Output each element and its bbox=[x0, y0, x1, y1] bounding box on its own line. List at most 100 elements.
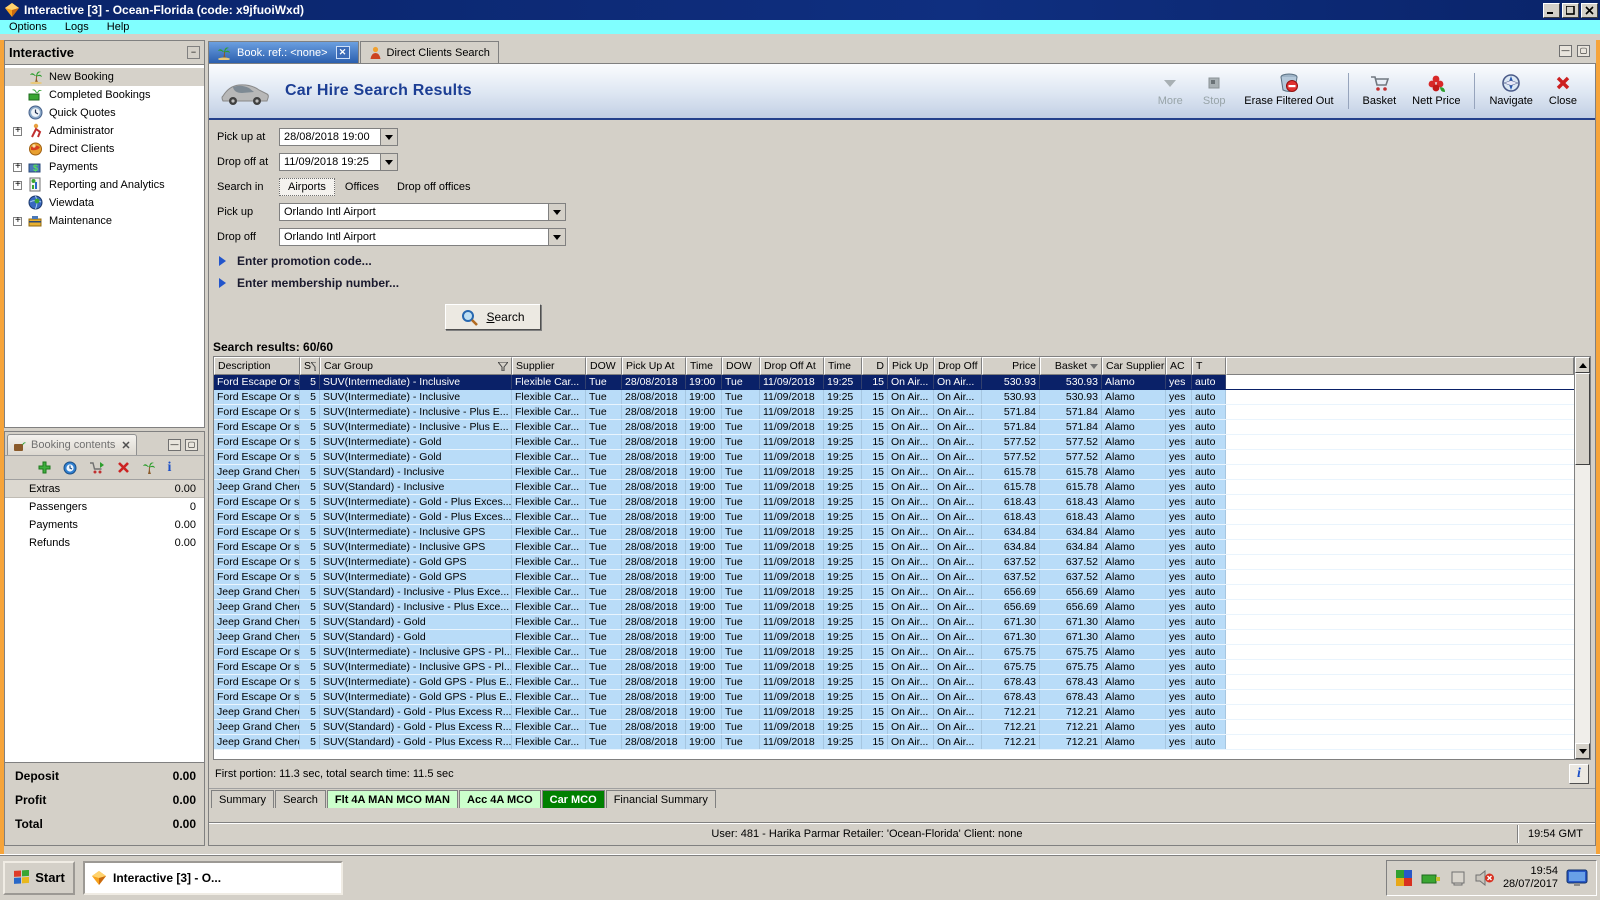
table-row[interactable]: Ford Escape Or simila...5SUV(Intermediat… bbox=[214, 390, 1574, 405]
booking-contents-tab[interactable]: Booking contents ✕ bbox=[7, 434, 137, 455]
close-panel-button[interactable]: Close bbox=[1541, 69, 1585, 113]
sidebar-item-maintenance[interactable]: Maintenance bbox=[5, 212, 204, 230]
table-row[interactable]: Ford Escape Or simila...5SUV(Intermediat… bbox=[214, 555, 1574, 570]
volume-muted-tray-icon[interactable] bbox=[1475, 869, 1495, 886]
network-tray-icon[interactable] bbox=[1421, 871, 1441, 885]
table-row[interactable]: Jeep Grand Cheroke...5SUV(Standard) - Go… bbox=[214, 630, 1574, 645]
table-row[interactable]: Ford Escape Or simila...5SUV(Intermediat… bbox=[214, 375, 1574, 390]
column-header-dow[interactable]: DOW bbox=[722, 357, 760, 375]
tab-booking-ref[interactable]: Book. ref.: <none> ✕ bbox=[208, 41, 359, 63]
membership-number-expander[interactable]: Enter membership number... bbox=[219, 276, 1587, 290]
start-button[interactable]: Start bbox=[3, 860, 75, 895]
pickup-combo[interactable]: Orlando Intl Airport bbox=[279, 203, 566, 221]
booking-contents-row[interactable]: Extras 0.00 bbox=[5, 480, 204, 498]
table-row[interactable]: Jeep Grand Cheroke...5SUV(Standard) - In… bbox=[214, 480, 1574, 495]
scroll-down-icon[interactable] bbox=[1575, 743, 1590, 759]
column-header-basket[interactable]: Basket bbox=[1040, 357, 1102, 375]
table-row[interactable]: Ford Escape Or simila...5SUV(Intermediat… bbox=[214, 525, 1574, 540]
dropoff-combo[interactable]: Orlando Intl Airport bbox=[279, 228, 566, 246]
search-in-airports[interactable]: Airports bbox=[279, 178, 335, 196]
column-header-pick-up-at[interactable]: Pick Up At bbox=[622, 357, 686, 375]
filter-funnel-icon[interactable] bbox=[498, 361, 508, 371]
sidebar-item-payments[interactable]: $ Payments bbox=[5, 158, 204, 176]
tab-acc-mco[interactable]: Acc 4A MCO bbox=[459, 790, 541, 808]
tab-flight-man-mco-man[interactable]: Flt 4A MAN MCO MAN bbox=[326, 790, 459, 808]
menu-options[interactable]: Options bbox=[0, 20, 56, 34]
add-item-icon[interactable] bbox=[38, 461, 51, 474]
sidebar-item-administrator[interactable]: Administrator bbox=[5, 122, 204, 140]
basket-button[interactable]: Basket bbox=[1355, 69, 1405, 113]
nett-price-button[interactable]: Nett Price bbox=[1404, 69, 1468, 113]
table-row[interactable]: Ford Escape Or simila...5SUV(Intermediat… bbox=[214, 510, 1574, 525]
promotion-code-expander[interactable]: Enter promotion code... bbox=[219, 254, 1587, 268]
booking-panel-maximize-icon[interactable]: ▢ bbox=[185, 439, 198, 451]
sidebar-item-new-booking[interactable]: New Booking bbox=[5, 68, 204, 86]
table-row[interactable]: Ford Escape Or simila...5SUV(Intermediat… bbox=[214, 420, 1574, 435]
availability-clock-icon[interactable] bbox=[63, 461, 77, 475]
column-header-drop-off[interactable]: Drop Off bbox=[934, 357, 982, 375]
erase-filtered-out-button[interactable]: Erase Filtered Out bbox=[1236, 69, 1341, 113]
expand-plus-icon[interactable] bbox=[13, 179, 22, 190]
tab-car-mco[interactable]: Car MCO bbox=[541, 790, 605, 808]
table-row[interactable]: Jeep Grand Cheroke...5SUV(Standard) - In… bbox=[214, 465, 1574, 480]
close-button[interactable] bbox=[1581, 2, 1598, 18]
navigate-button[interactable]: Navigate bbox=[1481, 69, 1540, 113]
column-header-description[interactable]: Description bbox=[214, 357, 300, 375]
column-header-pick-up[interactable]: Pick Up bbox=[888, 357, 934, 375]
table-row[interactable]: Ford Escape Or simila...5SUV(Intermediat… bbox=[214, 660, 1574, 675]
column-header-price[interactable]: Price bbox=[982, 357, 1040, 375]
search-button[interactable]: Search bbox=[445, 304, 541, 330]
table-row[interactable]: Ford Escape Or simila...5SUV(Intermediat… bbox=[214, 645, 1574, 660]
mdi-restore-icon[interactable]: ▢ bbox=[1577, 45, 1590, 57]
tab-summary[interactable]: Summary bbox=[211, 790, 275, 808]
info-icon[interactable]: i bbox=[168, 460, 172, 476]
pickup-at-dropdown-icon[interactable] bbox=[380, 129, 397, 145]
table-row[interactable]: Jeep Grand Cheroke...5SUV(Standard) - In… bbox=[214, 600, 1574, 615]
booking-contents-close-icon[interactable]: ✕ bbox=[121, 439, 130, 452]
booking-contents-row[interactable]: Payments 0.00 bbox=[5, 516, 204, 534]
display-tray-icon[interactable] bbox=[1566, 869, 1588, 887]
scrollbar-thumb[interactable] bbox=[1575, 373, 1590, 465]
basket-add-icon[interactable] bbox=[89, 461, 105, 474]
column-header-ac[interactable]: AC bbox=[1166, 357, 1192, 375]
column-header-time[interactable]: Time bbox=[824, 357, 862, 375]
booking-contents-row[interactable]: Refunds 0.00 bbox=[5, 534, 204, 552]
dropoff-at-combo[interactable]: 11/09/2018 19:25 bbox=[279, 153, 398, 171]
info-button[interactable]: i bbox=[1569, 764, 1589, 784]
search-in-offices[interactable]: Offices bbox=[337, 179, 387, 195]
column-header-t[interactable]: T bbox=[1192, 357, 1226, 375]
column-header-dow[interactable]: DOW bbox=[586, 357, 622, 375]
device-tray-icon[interactable] bbox=[1449, 870, 1467, 886]
tab-financial-summary[interactable]: Financial Summary bbox=[605, 790, 716, 808]
dropoff-dropdown-icon[interactable] bbox=[548, 229, 565, 245]
pickup-dropdown-icon[interactable] bbox=[548, 204, 565, 220]
sidebar-item-reporting-and-analytics[interactable]: Reporting and Analytics bbox=[5, 176, 204, 194]
taskbar-item-interactive[interactable]: Interactive [3] - O... bbox=[83, 860, 343, 895]
table-row[interactable]: Jeep Grand Cheroke...5SUV(Standard) - Go… bbox=[214, 705, 1574, 720]
table-row[interactable]: Ford Escape Or simila...5SUV(Intermediat… bbox=[214, 675, 1574, 690]
palm-booking-icon[interactable] bbox=[142, 461, 156, 475]
booking-panel-minimize-icon[interactable]: — bbox=[168, 439, 181, 451]
column-header-drop-off-at[interactable]: Drop Off At bbox=[760, 357, 824, 375]
column-header-s[interactable]: S bbox=[300, 357, 320, 375]
table-row[interactable]: Jeep Grand Cheroke...5SUV(Standard) - Go… bbox=[214, 735, 1574, 750]
table-row[interactable]: Jeep Grand Cheroke...5SUV(Standard) - In… bbox=[214, 585, 1574, 600]
table-row[interactable]: Jeep Grand Cheroke...5SUV(Standard) - Go… bbox=[214, 615, 1574, 630]
mdi-minimize-icon[interactable]: — bbox=[1559, 45, 1572, 57]
column-header-d[interactable]: D bbox=[862, 357, 888, 375]
dropoff-at-dropdown-icon[interactable] bbox=[380, 154, 397, 170]
menu-logs[interactable]: Logs bbox=[56, 20, 98, 34]
column-header-time[interactable]: Time bbox=[686, 357, 722, 375]
table-row[interactable]: Ford Escape Or simila...5SUV(Intermediat… bbox=[214, 450, 1574, 465]
sidebar-item-direct-clients[interactable]: Direct Clients bbox=[5, 140, 204, 158]
pickup-at-combo[interactable]: 28/08/2018 19:00 bbox=[279, 128, 398, 146]
tab-close-icon[interactable]: ✕ bbox=[335, 46, 350, 59]
delete-item-icon[interactable] bbox=[117, 461, 130, 474]
tab-search[interactable]: Search bbox=[275, 790, 326, 808]
table-row[interactable]: Ford Escape Or simila...5SUV(Intermediat… bbox=[214, 495, 1574, 510]
expand-plus-icon[interactable] bbox=[13, 161, 22, 172]
maximize-button[interactable] bbox=[1562, 2, 1579, 18]
column-header-car-group[interactable]: Car Group bbox=[320, 357, 512, 375]
collapse-panel-button[interactable]: − bbox=[187, 46, 200, 59]
antivirus-tray-icon[interactable] bbox=[1395, 869, 1413, 887]
